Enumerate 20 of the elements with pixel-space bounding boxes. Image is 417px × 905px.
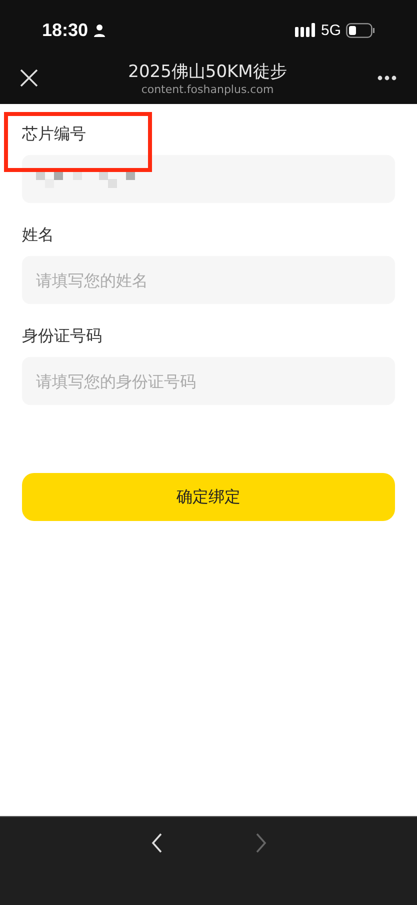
person-icon [93,24,106,36]
more-button[interactable] [377,75,397,81]
page-url: content.foshanplus.com [141,83,274,96]
field-label: 身份证号码 [22,326,103,347]
field-label: 芯片编号 [22,124,87,145]
more-icon [377,75,397,81]
close-icon [20,69,38,87]
battery-icon [346,22,375,38]
chevron-left-icon [150,833,162,853]
input-field[interactable]: 请填写您的身份证号码 [22,357,395,405]
page-title: 2025佛山50KM徒步 [128,61,287,83]
network-label: 5G [320,22,341,38]
submit-button[interactable]: 确定绑定 [22,473,395,521]
chevron-right-icon [254,833,266,853]
close-button[interactable] [20,69,38,87]
input-field[interactable] [22,155,395,203]
signal-icon [294,23,316,37]
status-time: 18:30 [42,20,88,40]
input-field[interactable]: 请填写您的姓名 [22,256,395,304]
field-label: 姓名 [22,225,55,246]
